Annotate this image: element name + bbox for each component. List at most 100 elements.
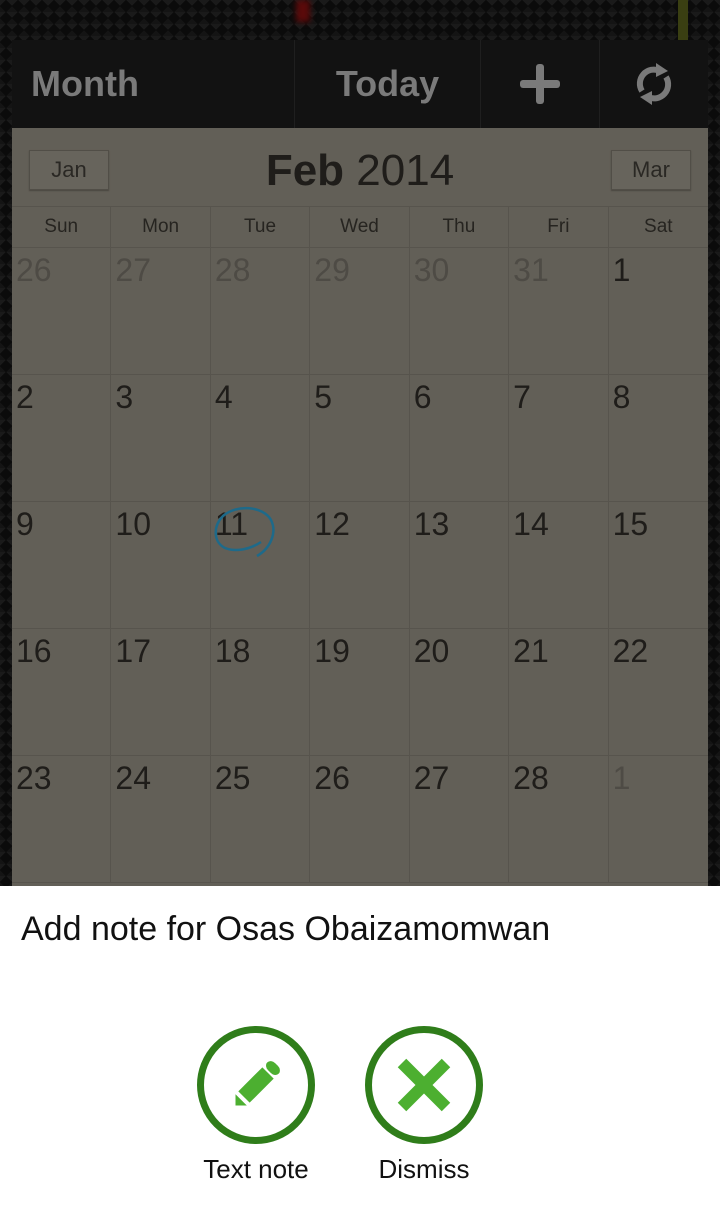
weekday-label: Sat [644, 216, 673, 237]
day-cell[interactable]: 28 [509, 756, 609, 883]
day-number: 24 [115, 760, 152, 796]
dismiss-label: Dismiss [378, 1154, 470, 1184]
text-note-label: Text note [203, 1154, 309, 1184]
day-cell[interactable]: 22 [608, 629, 708, 756]
day-number: 3 [115, 379, 134, 415]
day-cell[interactable]: 1 [608, 248, 708, 375]
weekday-label: Sun [12, 207, 112, 247]
weekday-header: Sun Mon Tue Wed Thu Fri Sat [12, 207, 708, 248]
year-label: 2014 [356, 146, 455, 195]
day-cell[interactable]: 20 [409, 629, 510, 756]
day-cell[interactable]: 18 [210, 629, 311, 756]
day-cell[interactable]: 26 [12, 248, 112, 375]
day-cell[interactable]: 19 [310, 629, 410, 756]
day-number: 1 [612, 760, 631, 796]
day-cell[interactable]: 25 [210, 756, 311, 883]
day-cell[interactable]: 31 [509, 248, 609, 375]
sync-button[interactable] [600, 40, 708, 128]
day-number: 1 [612, 252, 631, 288]
day-grid: 26 27 28 29 30 31 1 2 3 4 5 6 7 8 9 10 11 12 13 14 15 16 17 18 1… [12, 248, 708, 883]
close-icon [397, 1058, 451, 1112]
day-cell[interactable]: 10 [111, 502, 211, 629]
day-number: 23 [16, 760, 52, 796]
day-cell[interactable]: 15 [608, 502, 708, 629]
day-cell[interactable]: 26 [310, 756, 410, 883]
day-cell[interactable]: 23 [12, 756, 112, 883]
day-number: 29 [314, 252, 350, 288]
weekday-label: Mon [111, 207, 211, 247]
day-number: 31 [513, 252, 549, 288]
day-number: 30 [413, 252, 450, 288]
action-bar: Month Today [12, 40, 708, 128]
day-number: 5 [314, 379, 333, 415]
notification-indicator [678, 0, 688, 40]
day-number: 4 [214, 379, 233, 415]
day-cell[interactable]: 1 [608, 756, 708, 883]
add-note-sheet: Add note for Osas Obaizamomwan Text note… [0, 886, 720, 1223]
day-number: 11 [214, 506, 249, 542]
weekday-label: Fri [509, 207, 609, 247]
day-cell[interactable]: 12 [310, 502, 410, 629]
month-name: Feb [265, 146, 345, 195]
day-cell[interactable]: 27 [409, 756, 510, 883]
day-number: 28 [513, 760, 549, 796]
weekday-label: Wed [310, 207, 410, 247]
day-cell[interactable]: 11 [210, 502, 311, 629]
day-cell[interactable]: 8 [608, 375, 708, 502]
dismiss-button[interactable] [365, 1026, 483, 1144]
weekday-label: Thu [410, 207, 510, 247]
day-cell[interactable]: 28 [210, 248, 311, 375]
day-number: 10 [115, 506, 152, 542]
sync-icon [636, 63, 672, 105]
day-cell[interactable]: 24 [111, 756, 211, 883]
calendar-header: Jan Feb 2014 Mar [12, 128, 708, 207]
day-number: 27 [413, 760, 450, 796]
day-cell[interactable]: 5 [310, 375, 410, 502]
dismiss-action[interactable]: Dismiss [354, 1026, 494, 1185]
add-event-button[interactable] [481, 40, 600, 128]
day-cell[interactable]: 3 [111, 375, 211, 502]
day-number: 22 [612, 633, 649, 669]
day-cell[interactable]: 4 [210, 375, 311, 502]
day-number: 15 [612, 506, 649, 542]
day-cell[interactable]: 29 [310, 248, 410, 375]
day-cell[interactable]: 7 [509, 375, 609, 502]
day-number: 14 [513, 506, 549, 542]
day-cell[interactable]: 17 [111, 629, 211, 756]
today-button[interactable]: Today [295, 40, 481, 128]
day-number: 6 [413, 379, 432, 415]
day-number: 26 [16, 252, 52, 288]
day-number: 26 [314, 760, 350, 796]
month-view-button[interactable]: Month [12, 40, 295, 128]
day-cell[interactable]: 30 [409, 248, 510, 375]
day-number: 20 [413, 633, 450, 669]
day-cell[interactable]: 27 [111, 248, 211, 375]
day-number: 18 [214, 633, 251, 669]
day-cell[interactable]: 13 [409, 502, 510, 629]
day-cell[interactable]: 14 [509, 502, 609, 629]
next-month-button[interactable]: Mar [611, 150, 691, 190]
day-cell[interactable]: 16 [12, 629, 112, 756]
notification-light [296, 0, 310, 22]
day-number: 19 [314, 633, 350, 669]
day-cell[interactable]: 21 [509, 629, 609, 756]
pencil-icon [235, 1061, 280, 1106]
weekday-label: Tue [211, 207, 311, 247]
day-number: 27 [115, 252, 152, 288]
day-number: 17 [115, 633, 152, 669]
month-calendar: Jan Feb 2014 Mar Sun Mon Tue Wed Thu Fri… [12, 128, 708, 886]
day-cell[interactable]: 6 [409, 375, 510, 502]
day-number: 28 [214, 252, 251, 288]
day-number: 9 [16, 506, 34, 542]
day-number: 13 [413, 506, 450, 542]
day-number: 25 [214, 760, 251, 796]
plus-icon [520, 64, 560, 104]
day-cell[interactable]: 2 [12, 375, 112, 502]
day-cell[interactable]: 9 [12, 502, 112, 629]
day-number: 8 [612, 379, 631, 415]
text-note-action[interactable]: Text note [186, 1026, 326, 1185]
day-number: 2 [16, 379, 34, 415]
day-number: 16 [16, 633, 52, 669]
status-bar-background [0, 0, 720, 40]
text-note-button[interactable] [197, 1026, 315, 1144]
